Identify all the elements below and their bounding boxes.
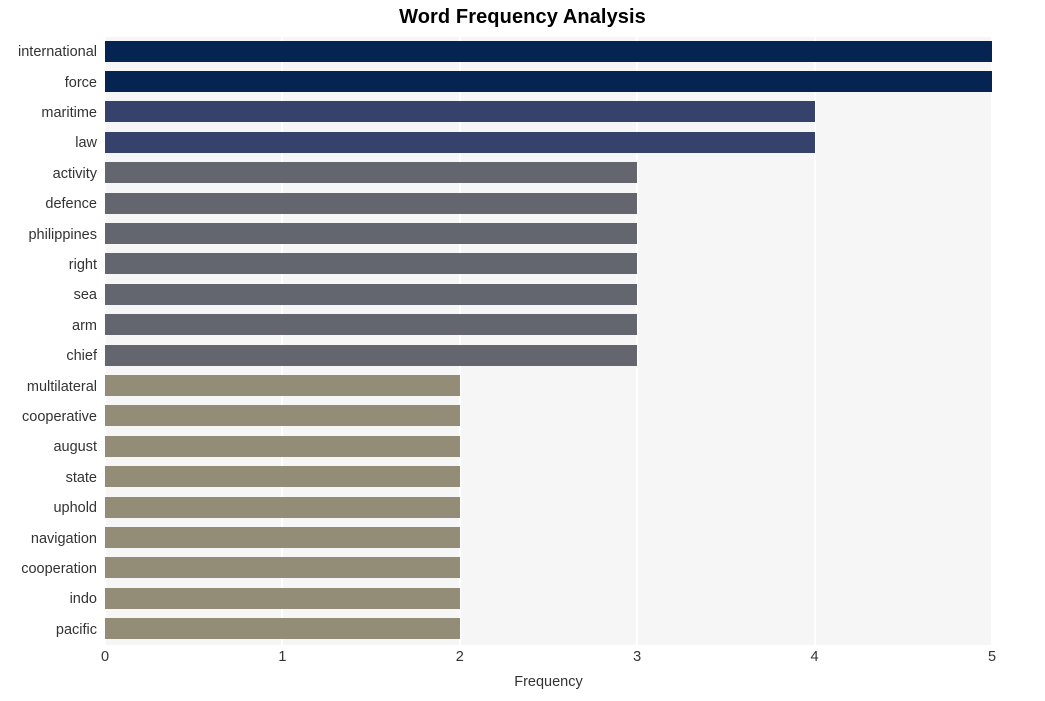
- y-tick-label-state: state: [65, 469, 97, 486]
- bar-slot: [105, 280, 992, 308]
- x-tick-label-5: 5: [987, 649, 997, 665]
- bar-slot: [105, 432, 992, 460]
- x-tick-label-3: 3: [633, 649, 642, 665]
- y-tick-label-international: international: [18, 44, 97, 61]
- bar-indo[interactable]: [105, 587, 460, 609]
- bar-cooperative[interactable]: [105, 405, 460, 427]
- bar-law[interactable]: [105, 131, 815, 153]
- y-tick-label-arm: arm: [72, 317, 97, 334]
- bar-state[interactable]: [105, 466, 460, 488]
- bar-slot: [105, 159, 992, 187]
- y-tick-label-august: august: [53, 439, 97, 456]
- bar-right[interactable]: [105, 253, 638, 275]
- x-tick-label-0: 0: [100, 649, 110, 665]
- bar-activity[interactable]: [105, 162, 638, 184]
- bars-layer: [105, 37, 992, 645]
- bar-cooperation[interactable]: [105, 557, 460, 579]
- bar-slot: [105, 189, 992, 217]
- bar-slot: [105, 584, 992, 612]
- bar-slot: [105, 128, 992, 156]
- bar-slot: [105, 311, 992, 339]
- bar-slot: [105, 250, 992, 278]
- bar-international[interactable]: [105, 40, 992, 62]
- bar-uphold[interactable]: [105, 496, 460, 518]
- plot-area: [104, 37, 993, 645]
- y-tick-label-pacific: pacific: [55, 621, 97, 638]
- bar-defence[interactable]: [105, 192, 638, 214]
- bar-multilateral[interactable]: [105, 374, 460, 396]
- x-tick-label-1: 1: [278, 649, 287, 665]
- y-tick-label-force: force: [64, 74, 97, 91]
- x-axis-ticks: 0 1 2 3 4 5: [101, 649, 996, 671]
- x-axis-title: Frequency: [514, 674, 583, 690]
- bar-slot: [105, 615, 992, 643]
- bar-august[interactable]: [105, 435, 460, 457]
- bar-slot: [105, 371, 992, 399]
- word-frequency-chart: Word Frequency Analysis international for…: [0, 0, 1045, 701]
- y-tick-label-cooperation: cooperation: [21, 561, 97, 577]
- y-tick-label-uphold: uphold: [53, 500, 97, 517]
- bar-slot: [105, 67, 992, 95]
- bar-arm[interactable]: [105, 314, 638, 336]
- y-tick-label-chief: chief: [66, 348, 97, 365]
- y-tick-label-navigation: navigation: [30, 530, 97, 547]
- y-tick-label-multilateral: multilateral: [26, 378, 97, 395]
- y-tick-label-activity: activity: [52, 165, 97, 182]
- bar-maritime[interactable]: [105, 101, 815, 123]
- bar-slot: [105, 554, 992, 582]
- bar-chief[interactable]: [105, 344, 638, 366]
- y-tick-label-cooperative: cooperative: [22, 409, 97, 425]
- y-tick-label-maritime: maritime: [41, 105, 97, 121]
- bar-pacific[interactable]: [105, 618, 460, 640]
- y-tick-label-defence: defence: [45, 196, 97, 213]
- bar-slot: [105, 37, 992, 65]
- y-tick-label-right: right: [68, 257, 97, 273]
- y-tick-label-law: law: [75, 135, 97, 152]
- bar-force[interactable]: [105, 70, 992, 92]
- bar-navigation[interactable]: [105, 526, 460, 548]
- bar-slot: [105, 463, 992, 491]
- bar-slot: [105, 219, 992, 247]
- bar-slot: [105, 523, 992, 551]
- y-tick-label-indo: indo: [69, 591, 97, 608]
- bar-slot: [105, 341, 992, 369]
- y-tick-label-philippines: philippines: [28, 226, 97, 243]
- bar-sea[interactable]: [105, 283, 638, 305]
- page-title: Word Frequency Analysis: [399, 6, 646, 28]
- bar-slot: [105, 98, 992, 126]
- bar-philippines[interactable]: [105, 222, 638, 244]
- x-tick-label-2: 2: [455, 649, 464, 665]
- y-axis-labels: international force maritime law activity def…: [0, 37, 97, 645]
- bar-slot: [105, 402, 992, 430]
- y-tick-label-sea: sea: [73, 287, 97, 304]
- x-tick-label-4: 4: [810, 649, 819, 665]
- bar-slot: [105, 493, 992, 521]
